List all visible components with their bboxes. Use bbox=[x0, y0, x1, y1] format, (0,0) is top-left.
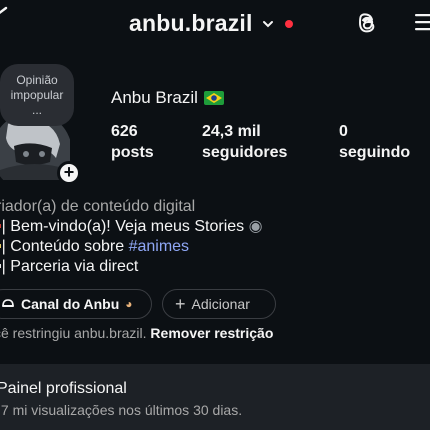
bio-category: riador(a) de conteúdo digital bbox=[0, 198, 196, 215]
bio-line-3: ▪| Parceria via direct bbox=[0, 257, 263, 277]
restriction-notice: cê restringiu anbu.brazil. Remover restr… bbox=[0, 325, 273, 341]
username-title: anbu.brazil bbox=[129, 10, 253, 36]
hamburger-menu-icon[interactable] bbox=[413, 11, 430, 33]
account-switcher[interactable]: anbu.brazil bbox=[129, 10, 293, 37]
panel-subtitle: ,7 mi visualizações nos últimos 30 dias. bbox=[0, 402, 243, 418]
restriction-text: cê restringiu anbu.brazil. bbox=[0, 325, 147, 341]
posts-count: 626 bbox=[111, 123, 138, 140]
note-bubble[interactable]: Opinião impopular ... bbox=[0, 64, 74, 126]
bio-line-2: ▪| Conteúdo sobre #animes bbox=[0, 237, 263, 257]
note-line-3: ... bbox=[31, 102, 42, 117]
back-arrow-icon[interactable] bbox=[0, 6, 10, 22]
ramen-emoji-icon: ◕ bbox=[125, 297, 133, 311]
threads-icon[interactable] bbox=[355, 11, 380, 36]
posts-label: posts bbox=[111, 144, 154, 161]
following-label: seguindo bbox=[339, 144, 411, 161]
remove-restriction-link[interactable]: Remover restrição bbox=[150, 325, 273, 341]
add-story-plus-icon[interactable]: + bbox=[57, 161, 81, 185]
add-button[interactable]: + Adicionar bbox=[162, 289, 276, 319]
brazil-flag-icon bbox=[203, 91, 224, 105]
channel-button[interactable]: Canal do Anbu ◕ bbox=[0, 289, 152, 319]
posts-stat[interactable]: 626 posts bbox=[111, 121, 154, 163]
chevron-down-icon bbox=[262, 20, 273, 27]
display-name: Anbu Brazil bbox=[111, 88, 198, 107]
channel-label: Canal do Anbu bbox=[21, 296, 120, 312]
add-label: Adicionar bbox=[191, 296, 250, 312]
plus-icon: + bbox=[175, 294, 186, 314]
followers-count: 24,3 mil bbox=[202, 123, 261, 140]
hashtag-link[interactable]: #animes bbox=[129, 238, 189, 255]
panel-title: Painel profissional bbox=[0, 380, 127, 397]
following-count: 0 bbox=[339, 123, 348, 140]
bio-line-1: ▪| Bem-vindo(a)! Veja meus Stories ◉ bbox=[0, 217, 263, 237]
profile-bio: riador(a) de conteúdo digital ▪| Bem-vin… bbox=[0, 197, 263, 277]
camera-icon: ◉ bbox=[248, 218, 263, 235]
display-name-row: Anbu Brazil bbox=[111, 88, 224, 108]
followers-label: seguidores bbox=[202, 144, 288, 161]
followers-stat[interactable]: 24,3 mil seguidores bbox=[202, 121, 287, 163]
note-line-2: impopular bbox=[10, 87, 64, 102]
note-line-1: Opinião bbox=[16, 72, 58, 87]
following-stat[interactable]: 0 seguindo bbox=[339, 121, 410, 163]
notification-dot bbox=[284, 19, 293, 28]
broadcast-channel-icon bbox=[2, 299, 14, 307]
